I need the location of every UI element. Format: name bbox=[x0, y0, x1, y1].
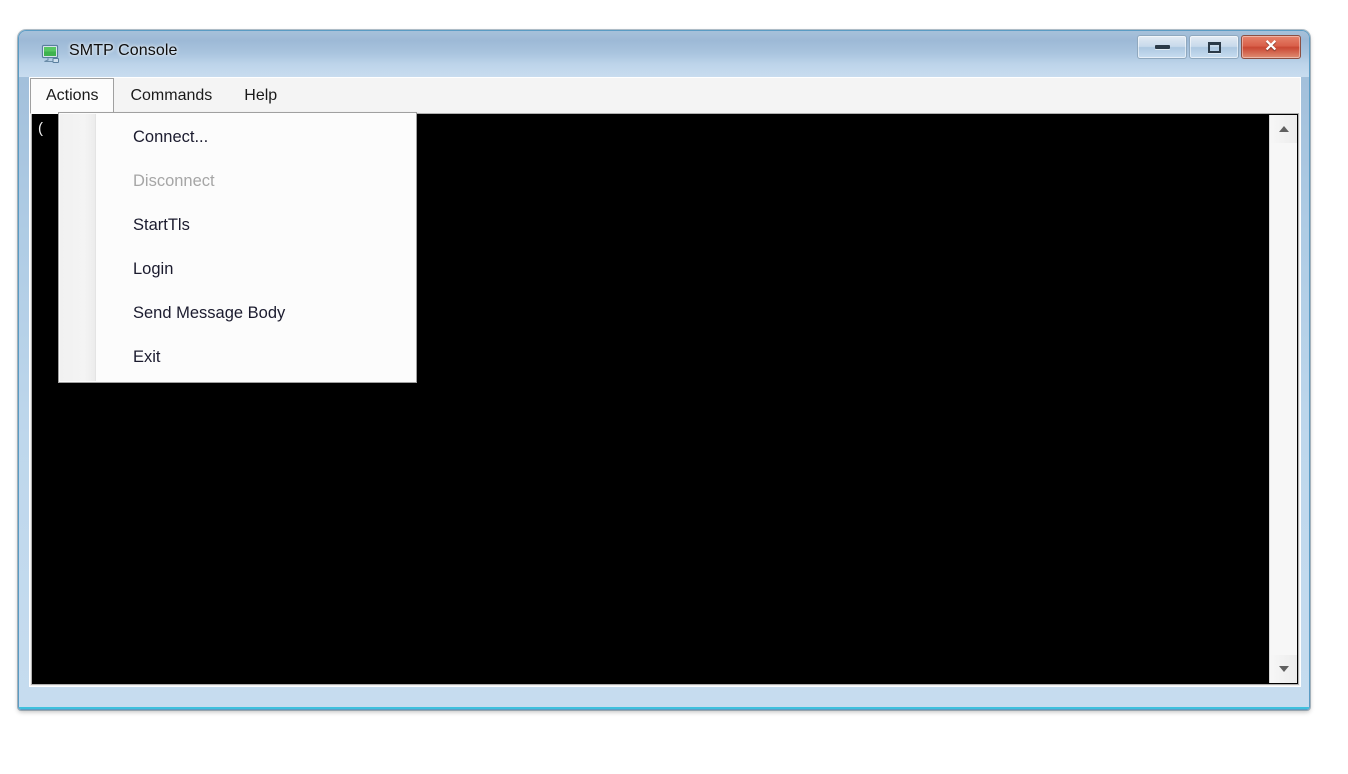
menu-item-disconnect: Disconnect bbox=[59, 159, 416, 203]
menu-item-starttls[interactable]: StartTls bbox=[59, 203, 416, 247]
maximize-icon bbox=[1207, 41, 1221, 53]
minimize-icon bbox=[1154, 45, 1170, 49]
menu-item-exit[interactable]: Exit bbox=[59, 335, 416, 379]
computer-monitor-icon bbox=[41, 44, 59, 63]
close-button[interactable]: ✕ bbox=[1241, 35, 1301, 59]
menu-actions[interactable]: Actions bbox=[30, 78, 115, 114]
menu-item-disconnect-label: Disconnect bbox=[133, 172, 215, 190]
actions-dropdown-menu: Connect... Disconnect StartTls Login Sen… bbox=[58, 112, 417, 383]
caption-button-group: ✕ bbox=[1137, 35, 1301, 59]
menu-item-login[interactable]: Login bbox=[59, 247, 416, 291]
scroll-down-arrow-icon bbox=[1278, 666, 1289, 672]
desktop-background: SMTP Console ✕ Actions Commands Help (C… bbox=[0, 0, 1348, 774]
menu-item-connect-label: Connect... bbox=[133, 128, 209, 146]
console-text: ( bbox=[38, 120, 43, 137]
menu-commands-label: Commands bbox=[130, 86, 213, 104]
scrollbar-track[interactable] bbox=[1270, 143, 1297, 655]
menu-item-connect[interactable]: Connect... bbox=[59, 115, 416, 159]
window-title: SMTP Console bbox=[69, 42, 178, 59]
close-icon: ✕ bbox=[1264, 38, 1278, 55]
application-window: SMTP Console ✕ Actions Commands Help (C… bbox=[18, 30, 1310, 710]
menu-item-login-label: Login bbox=[133, 260, 174, 278]
menu-help-label: Help bbox=[244, 86, 278, 104]
minimize-button[interactable] bbox=[1137, 35, 1187, 59]
scroll-up-arrow-icon bbox=[1278, 126, 1289, 132]
vertical-scrollbar[interactable] bbox=[1269, 115, 1297, 683]
scroll-down-button[interactable] bbox=[1270, 655, 1297, 683]
menu-commands[interactable]: Commands bbox=[114, 78, 228, 113]
title-bar[interactable]: SMTP Console ✕ bbox=[19, 31, 1309, 77]
menu-item-exit-label: Exit bbox=[133, 348, 161, 366]
maximize-button[interactable] bbox=[1189, 35, 1239, 59]
menu-actions-label: Actions bbox=[46, 86, 99, 104]
menu-item-send-message-body-label: Send Message Body bbox=[133, 304, 286, 322]
menu-item-starttls-label: StartTls bbox=[133, 216, 190, 234]
scroll-up-button[interactable] bbox=[1270, 115, 1297, 143]
client-area: Actions Commands Help (Connect... Disco… bbox=[29, 77, 1301, 687]
menu-help[interactable]: Help bbox=[228, 78, 293, 113]
menu-bar: Actions Commands Help bbox=[30, 78, 1300, 114]
menu-item-send-message-body[interactable]: Send Message Body bbox=[59, 291, 416, 335]
